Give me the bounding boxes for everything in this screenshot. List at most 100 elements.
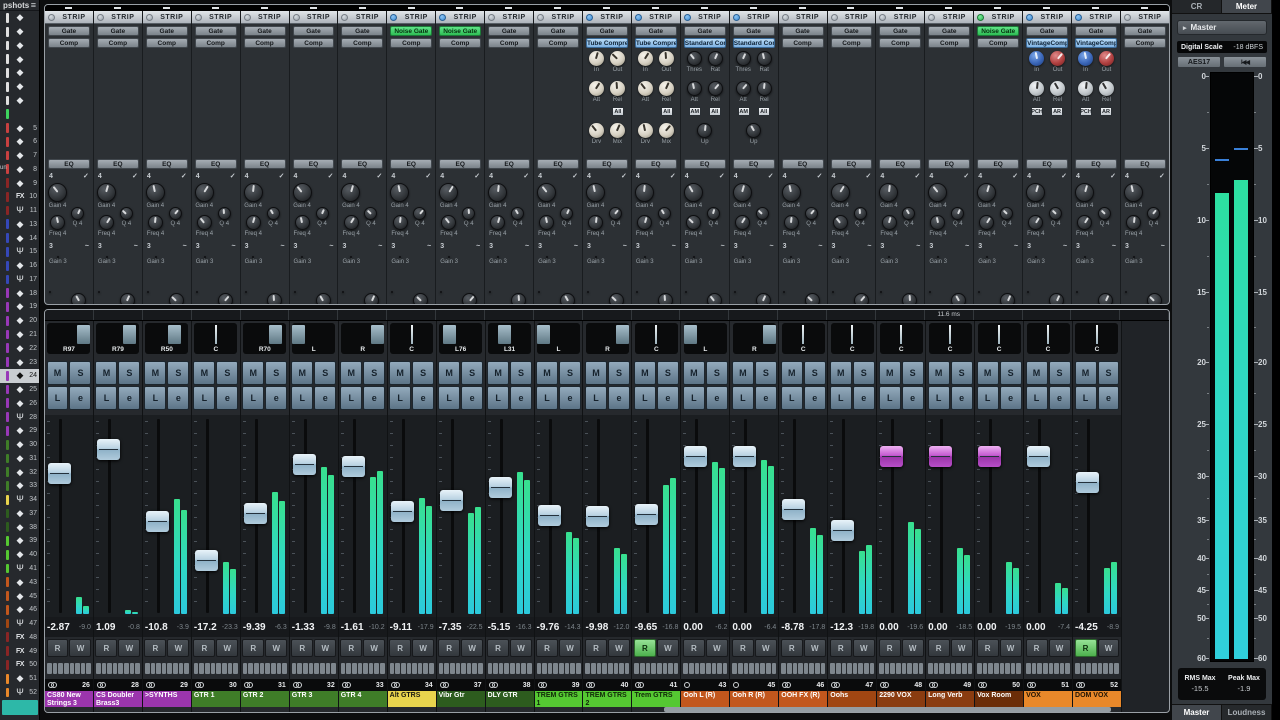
freq-4-knob[interactable]	[833, 215, 848, 230]
read-automation-button[interactable]: R	[1026, 639, 1048, 657]
edit-button[interactable]: e	[118, 386, 140, 410]
send-slot[interactable]	[478, 663, 483, 674]
send-slot[interactable]	[194, 663, 199, 674]
mute-button[interactable]: M	[193, 361, 215, 385]
gain-3-knob[interactable]	[595, 256, 597, 258]
comp-button[interactable]: Comp	[879, 38, 921, 48]
listen-button[interactable]: L	[977, 386, 999, 410]
rel-knob[interactable]	[1050, 81, 1065, 96]
q-4-knob[interactable]	[805, 207, 818, 220]
send-slot[interactable]	[853, 663, 858, 674]
eq-knob[interactable]	[1098, 293, 1113, 304]
send-slot[interactable]	[781, 663, 786, 674]
gain-4-knob[interactable]	[782, 183, 801, 202]
sidebar-channel-row[interactable]: ◆51	[0, 672, 39, 686]
rel-knob[interactable]	[1099, 81, 1114, 96]
rel-knob[interactable]	[659, 81, 674, 96]
send-slot[interactable]	[755, 663, 760, 674]
send-slot[interactable]	[1092, 663, 1097, 674]
pan-control[interactable]: R	[586, 323, 629, 354]
eq-knob[interactable]	[440, 291, 442, 293]
send-slot[interactable]	[118, 663, 123, 674]
rat-knob[interactable]	[708, 51, 723, 66]
out-knob[interactable]	[659, 51, 674, 66]
q-4-knob[interactable]	[1000, 207, 1013, 220]
send-slot[interactable]	[870, 663, 875, 674]
send-slot[interactable]	[53, 663, 58, 674]
send-slot[interactable]	[363, 663, 368, 674]
comp-button[interactable]: Comp	[390, 38, 432, 48]
channel-name[interactable]: GTR 2	[241, 691, 289, 707]
gain-3-knob[interactable]	[350, 256, 352, 258]
out-knob[interactable]	[610, 51, 625, 66]
gain-4-knob[interactable]	[928, 183, 947, 202]
tab-master-meter[interactable]: Master	[1172, 705, 1222, 720]
fader-cap[interactable]	[586, 506, 609, 527]
eq-knob[interactable]	[756, 293, 771, 304]
send-slot[interactable]	[504, 663, 509, 674]
write-automation-button[interactable]: W	[363, 639, 385, 657]
fader-cap[interactable]	[195, 550, 218, 571]
mute-button[interactable]: M	[95, 361, 117, 385]
eq-button[interactable]: EQ	[928, 159, 970, 169]
gate-button[interactable]: Gate	[48, 26, 90, 36]
sidebar-channel-row[interactable]: ◆	[0, 25, 39, 39]
send-slot[interactable]	[809, 663, 814, 674]
listen-button[interactable]: L	[193, 386, 215, 410]
eq-knob[interactable]	[538, 291, 540, 293]
eq-button[interactable]: EQ	[341, 159, 383, 169]
send-slot[interactable]	[847, 663, 852, 674]
pan-control[interactable]: C	[390, 323, 433, 354]
read-automation-button[interactable]: R	[242, 639, 264, 657]
eq-button[interactable]: EQ	[1124, 159, 1166, 169]
send-slot[interactable]	[542, 663, 547, 674]
sidebar-channel-row[interactable]: Ψ34	[0, 493, 39, 507]
send-slot[interactable]	[254, 663, 259, 674]
q-4-knob[interactable]	[1098, 207, 1111, 220]
mute-button[interactable]: M	[732, 361, 754, 385]
eq-button[interactable]: EQ	[488, 159, 530, 169]
send-slot[interactable]	[749, 663, 754, 674]
send-slot[interactable]	[102, 663, 107, 674]
send-slot[interactable]	[1043, 663, 1048, 674]
solo-button[interactable]: S	[314, 361, 336, 385]
eq-button[interactable]: EQ	[146, 159, 188, 169]
up-knob[interactable]	[746, 123, 761, 138]
send-slot[interactable]	[297, 663, 302, 674]
gate-button[interactable]: Gate	[488, 26, 530, 36]
eq-knob[interactable]	[294, 291, 296, 293]
write-automation-button[interactable]: W	[951, 639, 973, 657]
att-knob[interactable]	[736, 81, 751, 96]
sidebar-channel-row[interactable]: ◆	[0, 52, 39, 66]
pan-control[interactable]: L	[292, 323, 335, 354]
fader-cap[interactable]	[733, 446, 756, 467]
edit-button[interactable]: e	[1049, 386, 1071, 410]
freq-4-knob[interactable]	[50, 215, 65, 230]
solo-button[interactable]: S	[167, 361, 189, 385]
edit-button[interactable]: e	[755, 386, 777, 410]
sidebar-channel-row[interactable]: Ψ52	[0, 686, 39, 700]
comp-button[interactable]: VintageComp...or	[1075, 38, 1117, 48]
q-4-knob[interactable]	[120, 207, 133, 220]
freq-4-knob[interactable]	[393, 215, 408, 230]
all-button[interactable]: All	[612, 107, 624, 116]
strip-header[interactable]: STRIP	[974, 11, 1022, 24]
sidebar-channel-row[interactable]: ◆14	[0, 231, 39, 245]
read-automation-button[interactable]: R	[144, 639, 166, 657]
pan-control[interactable]: R70	[243, 323, 286, 354]
channel-name[interactable]: Ooh L (R)	[681, 691, 729, 707]
pan-control[interactable]: L	[684, 323, 727, 354]
pan-control[interactable]: R50	[145, 323, 188, 354]
sidebar-channel-row[interactable]: Ψ17	[0, 273, 39, 287]
write-automation-button[interactable]: W	[902, 639, 924, 657]
tab-loudness[interactable]: Loudness	[1222, 705, 1272, 720]
mute-button[interactable]: M	[438, 361, 460, 385]
read-automation-button[interactable]: R	[879, 639, 901, 657]
eq-button[interactable]: EQ	[244, 159, 286, 169]
am-button[interactable]: AM	[738, 107, 750, 116]
gate-button[interactable]: Gate	[1075, 26, 1117, 36]
gate-button[interactable]: Gate	[97, 26, 139, 36]
comp-button[interactable]: Comp	[831, 38, 873, 48]
eq-knob[interactable]	[147, 291, 149, 293]
gain-3-knob[interactable]	[399, 256, 401, 258]
